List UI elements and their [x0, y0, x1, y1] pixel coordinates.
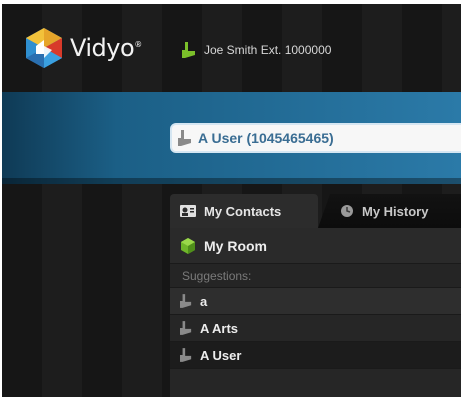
tab-my-history-label: My History [362, 203, 429, 219]
tab-my-contacts-label: My Contacts [204, 203, 282, 219]
list-item-label: A Arts [200, 320, 239, 336]
room-cube-icon [181, 237, 195, 254]
list-item-selected[interactable]: A User [170, 342, 461, 369]
tab-bar: My Contacts My History [170, 194, 461, 228]
contacts-list: My Room Suggestions: a A Arts A User [170, 228, 461, 397]
my-room-label: My Room [204, 237, 267, 254]
tab-my-contacts[interactable]: My Contacts [170, 194, 318, 228]
suggestions-label: Suggestions: [182, 268, 252, 283]
user-offline-icon [180, 321, 192, 335]
brand-label: Vidyo [70, 34, 135, 62]
user-offline-icon [180, 348, 192, 362]
suggestions-header: Suggestions: [170, 264, 461, 288]
list-item-label: a [200, 293, 208, 309]
vidyo-logo-icon [26, 28, 62, 68]
user-online-icon [182, 42, 195, 58]
brand-name: Vidyo® [70, 34, 142, 62]
header: Vidyo® Joe Smith Ext. 1000000 [2, 4, 461, 92]
user-offline-icon [178, 130, 191, 146]
list-item-label: A User [200, 347, 242, 363]
contacts-card-icon [180, 205, 196, 217]
my-room-item[interactable]: My Room [170, 228, 461, 264]
user-status-label: Joe Smith Ext. 1000000 [204, 43, 332, 57]
trademark-mark: ® [134, 40, 142, 49]
user-offline-icon [180, 294, 192, 308]
search-input[interactable]: A User (1045465465) [170, 123, 461, 153]
list-item[interactable]: A Arts [170, 315, 461, 342]
history-icon [341, 205, 353, 217]
vidyo-window: Vidyo® Joe Smith Ext. 1000000 A User (10… [2, 4, 461, 397]
search-value: A User (1045465465) [198, 130, 334, 146]
list-item[interactable]: a [170, 288, 461, 315]
search-band: A User (1045465465) [2, 92, 461, 184]
tab-my-history[interactable]: My History [318, 194, 461, 228]
user-status: Joe Smith Ext. 1000000 [182, 42, 331, 58]
